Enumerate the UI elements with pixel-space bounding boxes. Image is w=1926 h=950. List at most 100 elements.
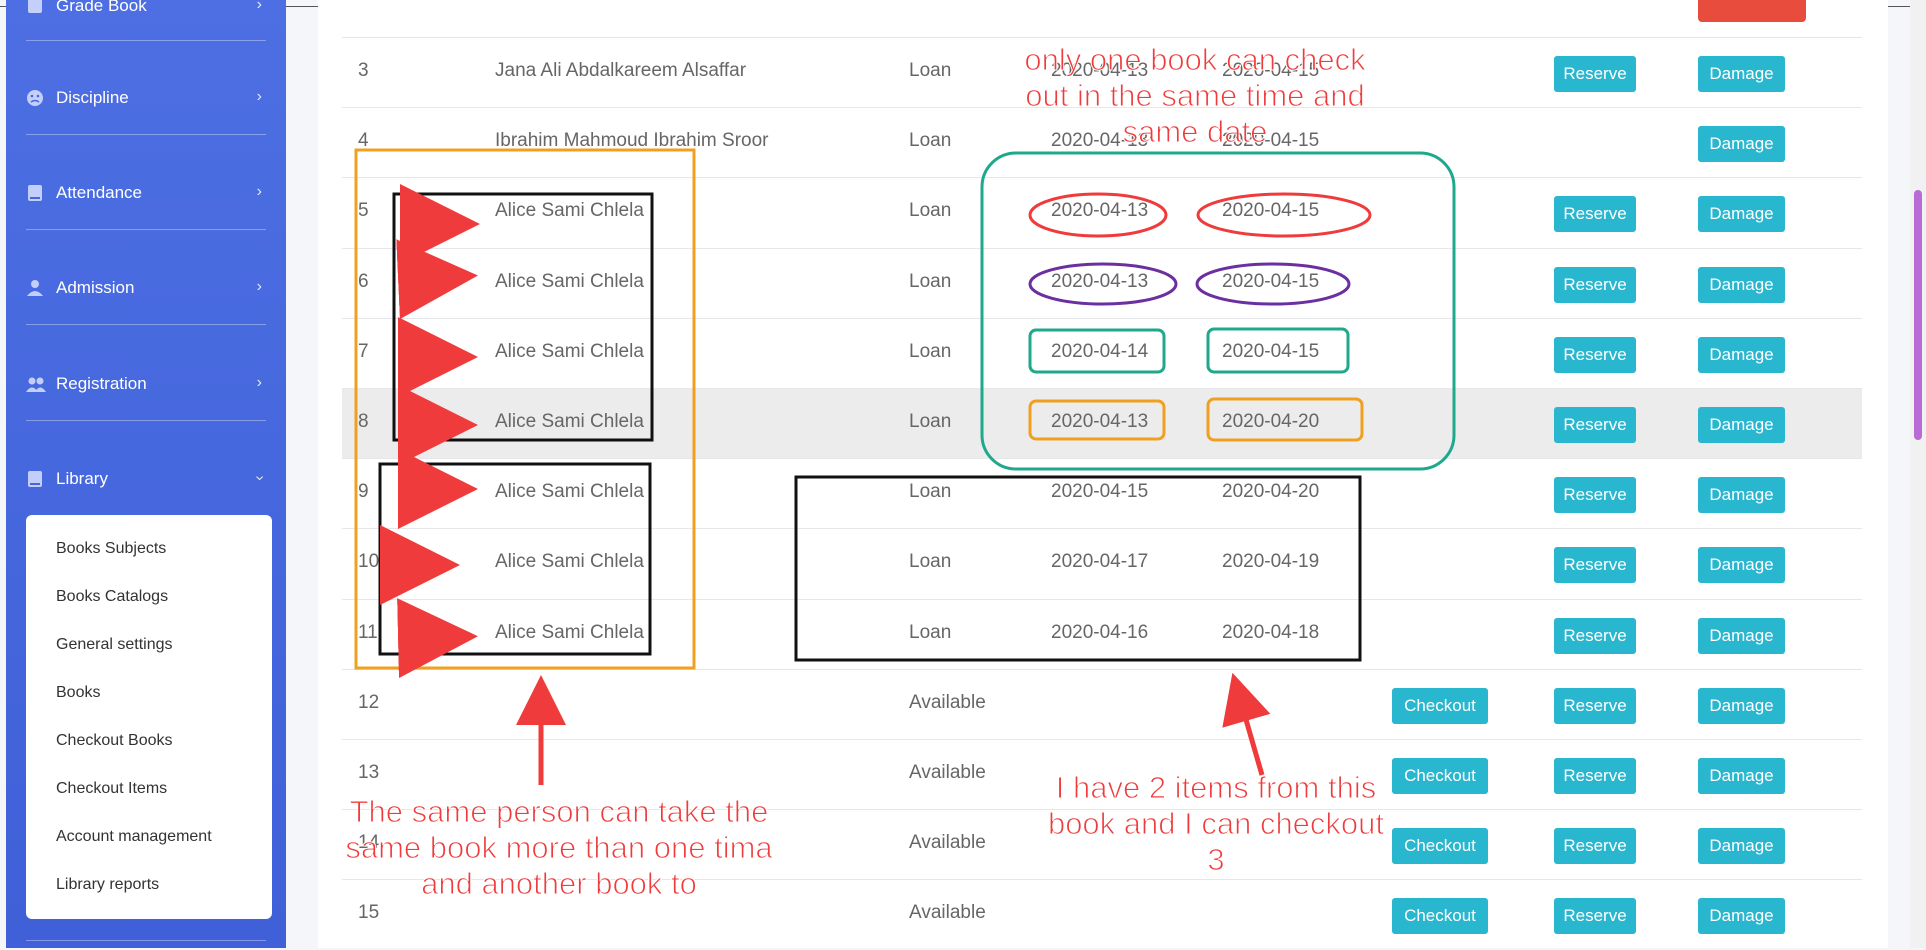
row-number: 13 (358, 762, 380, 783)
date-from: 2020-04-16 (1051, 621, 1149, 643)
damage-button[interactable]: Damage (1698, 336, 1785, 373)
sidebar-divider (26, 940, 266, 941)
chevron-right-icon: › (256, 374, 262, 391)
reserve-button[interactable]: Reserve (1554, 758, 1636, 794)
table-row: 7 Alice Sami Chlela Loan 2020-04-14 2020-04-… (342, 317, 1862, 389)
date-from: 2020-04-14 (1051, 340, 1149, 362)
reserve-button[interactable]: Reserve (1554, 687, 1636, 724)
sidebar-item-admission[interactable]: Admission › (26, 268, 266, 308)
sidebar-divider (26, 420, 266, 421)
damage-button[interactable]: Damage (1698, 196, 1785, 233)
submenu-item-books-catalogs[interactable]: Books Catalogs (56, 588, 168, 610)
delete-button[interactable] (1698, 0, 1806, 22)
submenu-item-general-settings[interactable]: General settings (56, 636, 173, 658)
borrower-name: Alice Sami Chlela (495, 481, 644, 503)
borrower-name: Alice Sami Chlela (495, 621, 644, 643)
status-text: Loan (909, 60, 952, 81)
submenu-item-books[interactable]: Books (56, 684, 100, 706)
chevron-right-icon: › (256, 88, 262, 105)
sidebar-item-registration[interactable]: Registration › (26, 364, 266, 404)
date-from: 2020-04-13 (1051, 411, 1149, 432)
users-icon (26, 375, 46, 393)
status-text: Available (909, 762, 986, 783)
chevron-right-icon: › (256, 278, 262, 295)
row-number: 12 (358, 691, 380, 713)
damage-button[interactable]: Damage (1698, 266, 1785, 303)
reserve-button[interactable]: Reserve (1554, 266, 1636, 303)
table-row: 8 Alice Sami Chlela Loan 2020-04-13 2020-04-… (342, 388, 1862, 459)
sidebar-item-library[interactable]: Library › (26, 459, 269, 499)
damage-button[interactable]: Damage (1698, 898, 1785, 935)
date-to: 2020-04-15 (1222, 340, 1320, 362)
sidebar-divider (26, 229, 266, 230)
status-text: Loan (909, 130, 952, 152)
reserve-button[interactable]: Reserve (1554, 196, 1636, 233)
status-text: Loan (909, 621, 952, 643)
submenu-item-checkout-books[interactable]: Checkout Books (56, 732, 173, 754)
damage-button[interactable]: Damage (1698, 687, 1785, 724)
sidebar-divider (26, 324, 266, 325)
date-to: 2020-04-20 (1222, 481, 1320, 503)
sidebar-divider (26, 40, 266, 41)
checkout-button[interactable]: Checkout (1392, 828, 1488, 865)
reserve-button[interactable]: Reserve (1554, 828, 1636, 865)
sidebar-item-label: Discipline (56, 88, 129, 107)
damage-button[interactable]: Damage (1698, 56, 1785, 92)
chevron-down-icon: › (251, 475, 269, 481)
sidebar-item-label: Attendance (56, 183, 143, 202)
annotation-text-bottom-left: The same person can take the same book m… (345, 794, 773, 902)
scrollbar-thumb[interactable] (1914, 190, 1922, 440)
status-text: Loan (909, 551, 952, 573)
date-from: 2020-04-13 (1051, 200, 1149, 222)
borrower-name: Ibrahim Mahmoud Ibrahim Sroor (495, 130, 769, 152)
row-number: 10 (358, 551, 380, 573)
reserve-button[interactable]: Reserve (1554, 336, 1636, 373)
reserve-button[interactable]: Reserve (1554, 617, 1636, 654)
row-number: 11 (358, 621, 378, 643)
damage-button[interactable]: Damage (1698, 407, 1785, 443)
submenu-item-account-management[interactable]: Account management (56, 828, 212, 850)
reserve-button[interactable]: Reserve (1554, 56, 1636, 92)
reserve-button[interactable]: Reserve (1554, 898, 1636, 935)
scrollbar[interactable] (1910, 0, 1926, 948)
submenu-item-library-reports[interactable]: Library reports (56, 876, 159, 898)
sidebar-item-attendance[interactable]: Attendance › (26, 173, 266, 213)
submenu-item-checkout-items[interactable]: Checkout Items (56, 780, 167, 802)
row-number: 4 (358, 130, 369, 152)
damage-button[interactable]: Damage (1698, 477, 1785, 514)
submenu-item-books-subjects[interactable]: Books Subjects (56, 540, 166, 562)
row-number: 3 (358, 60, 369, 81)
date-to: 2020-04-18 (1222, 621, 1320, 643)
table-row: 5 Alice Sami Chlela Loan 2020-04-13 2020-04-… (342, 177, 1862, 248)
annotation-text-bottom-right: I have 2 items from this book and I can … (1047, 770, 1385, 878)
damage-button[interactable]: Damage (1698, 828, 1785, 865)
row-number: 8 (358, 411, 369, 432)
status-text: Loan (909, 270, 952, 292)
sidebar-item-grade-book[interactable]: Grade Book › (26, 0, 266, 26)
sidebar: Grade Book › Discipline › Attendance › A… (6, 0, 286, 948)
status-text: Loan (909, 200, 952, 222)
reserve-button[interactable]: Reserve (1554, 407, 1636, 443)
row-number: 5 (358, 200, 369, 222)
table-row: 6 Alice Sami Chlela Loan 2020-04-13 2020-04-… (342, 247, 1862, 319)
table-row: 9 Alice Sami Chlela Loan 2020-04-15 2020-04-… (342, 458, 1862, 529)
table-row: 11 Alice Sami Chlela Loan 2020-04-16 2020-04… (342, 598, 1862, 670)
checkout-button[interactable]: Checkout (1392, 758, 1488, 794)
checkout-button[interactable]: Checkout (1392, 898, 1488, 935)
damage-button[interactable]: Damage (1698, 126, 1785, 163)
reserve-button[interactable]: Reserve (1554, 547, 1636, 584)
library-submenu: Books Subjects Books Catalogs General se… (26, 515, 272, 919)
sidebar-item-label: Grade Book (56, 0, 147, 15)
damage-button[interactable]: Damage (1698, 758, 1785, 794)
sidebar-item-discipline[interactable]: Discipline › (26, 78, 266, 118)
sidebar-divider (26, 134, 266, 135)
status-text: Available (909, 691, 986, 713)
borrower-name: Alice Sami Chlela (495, 270, 644, 292)
damage-button[interactable]: Damage (1698, 547, 1785, 584)
row-number: 9 (358, 481, 369, 503)
date-from: 2020-04-17 (1051, 551, 1149, 573)
checkout-button[interactable]: Checkout (1392, 687, 1488, 724)
damage-button[interactable]: Damage (1698, 617, 1785, 654)
borrower-name: Jana Ali Abdalkareem Alsaffar (495, 60, 747, 81)
reserve-button[interactable]: Reserve (1554, 477, 1636, 514)
